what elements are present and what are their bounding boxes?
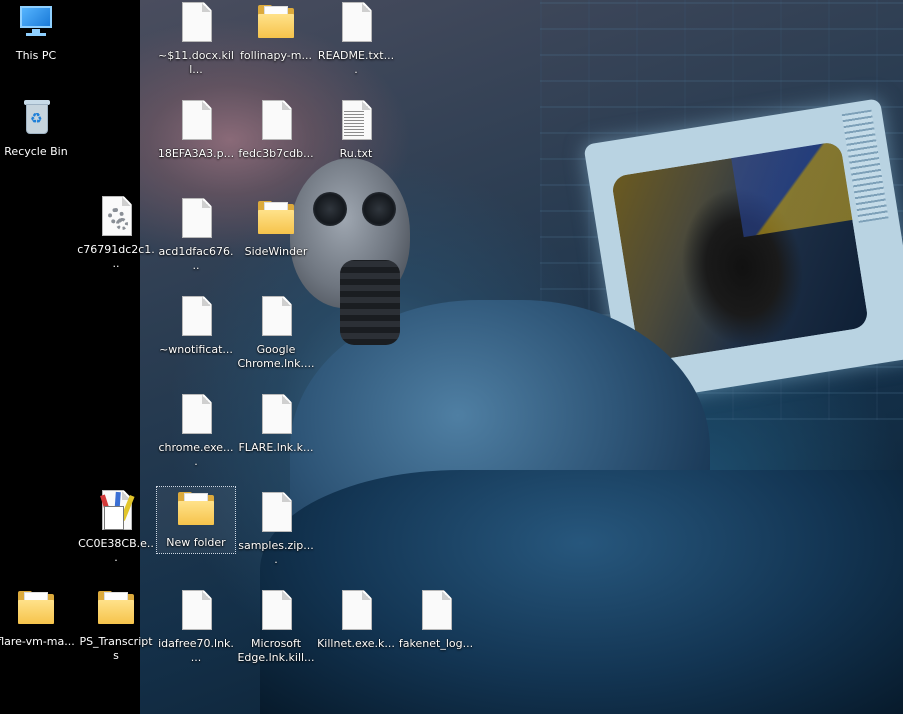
icon-label: acd1dfac676... bbox=[158, 245, 234, 272]
icon-label: FLARE.lnk.k... bbox=[238, 441, 314, 454]
desktop-icon-this-pc[interactable]: This PC bbox=[0, 0, 75, 63]
desktop-icon-killnet[interactable]: Killnet.exe.k... bbox=[317, 588, 395, 651]
icon-label: ~wnotificat... bbox=[159, 343, 233, 356]
icon-label: Ru.txt bbox=[339, 147, 373, 160]
file-icon bbox=[176, 198, 216, 242]
file-icon bbox=[176, 590, 216, 634]
wallpaper-gas-mask-lens bbox=[362, 192, 396, 226]
icon-label: 18EFA3A3.p... bbox=[157, 147, 235, 160]
desktop-icon-google-chrome[interactable]: Google Chrome.lnk.... bbox=[237, 294, 315, 371]
settings-file-icon bbox=[96, 196, 136, 240]
desktop-icon-wnotificat[interactable]: ~wnotificat... bbox=[157, 294, 235, 357]
icon-label: Recycle Bin bbox=[4, 145, 68, 158]
icon-label: README.txt.... bbox=[317, 49, 395, 76]
folder-icon bbox=[96, 588, 136, 632]
icon-label: fedc3b7cdb... bbox=[238, 147, 314, 160]
setup-exe-icon bbox=[96, 490, 136, 534]
desktop-icon-ms-edge[interactable]: Microsoft Edge.lnk.kill... bbox=[237, 588, 315, 665]
desktop-icon-fakenet[interactable]: fakenet_log... bbox=[397, 588, 475, 651]
desktop-icon-fedc3[interactable]: fedc3b7cdb... bbox=[237, 98, 315, 161]
folder-icon bbox=[16, 588, 56, 632]
icon-label: idafree70.lnk.... bbox=[158, 637, 234, 664]
file-icon bbox=[256, 492, 296, 536]
this-pc-icon bbox=[16, 2, 56, 46]
wallpaper-tv-flag bbox=[731, 140, 853, 238]
text-file-icon bbox=[336, 2, 376, 46]
icon-label: samples.zip.... bbox=[238, 539, 314, 566]
file-icon bbox=[256, 590, 296, 634]
icon-label: Killnet.exe.k... bbox=[317, 637, 395, 650]
recycle-bin-icon: ♻ bbox=[16, 98, 56, 142]
icon-label: New folder bbox=[166, 536, 226, 549]
icon-label: CC0E38CB.e... bbox=[78, 537, 154, 564]
file-icon bbox=[176, 100, 216, 144]
icon-label: fakenet_log... bbox=[398, 637, 474, 650]
desktop-icon-18efa[interactable]: 18EFA3A3.p... bbox=[157, 98, 235, 161]
icon-label: follinapy-m... bbox=[240, 49, 312, 62]
icon-label: Microsoft Edge.lnk.kill... bbox=[237, 637, 315, 664]
file-icon bbox=[176, 2, 216, 46]
desktop-icon-ru-txt[interactable]: Ru.txt bbox=[317, 98, 395, 161]
icon-label: This PC bbox=[15, 49, 57, 62]
file-icon bbox=[256, 394, 296, 438]
wallpaper-tv-screen bbox=[610, 140, 870, 363]
desktop-icon-s1docx[interactable]: ~$11.docx.kill... bbox=[157, 0, 235, 77]
desktop[interactable]: This PC ♻ Recycle Bin c76791dc2c1... CC0… bbox=[0, 0, 903, 714]
desktop-icon-sidewinder[interactable]: SideWinder bbox=[237, 196, 315, 259]
desktop-icon-follina[interactable]: follinapy-m... bbox=[237, 0, 315, 63]
file-icon bbox=[176, 296, 216, 340]
folder-icon bbox=[256, 2, 296, 46]
desktop-icon-readme[interactable]: README.txt.... bbox=[317, 0, 395, 77]
icon-label: SideWinder bbox=[244, 245, 308, 258]
desktop-icon-samples-zip[interactable]: samples.zip.... bbox=[237, 490, 315, 567]
desktop-icon-flare-lnk[interactable]: FLARE.lnk.k... bbox=[237, 392, 315, 455]
wallpaper-gas-mask-filter bbox=[340, 260, 400, 345]
desktop-icon-recycle-bin[interactable]: ♻ Recycle Bin bbox=[0, 96, 75, 159]
icon-label: PS_Transcripts bbox=[79, 635, 153, 662]
icon-label: chrome.exe.... bbox=[158, 441, 234, 468]
folder-icon bbox=[176, 489, 216, 533]
file-icon bbox=[416, 590, 456, 634]
desktop-icon-new-folder[interactable]: New folder bbox=[156, 486, 236, 554]
icon-label: ~$11.docx.kill... bbox=[158, 49, 234, 76]
icon-label: flare-vm-ma... bbox=[0, 635, 75, 648]
desktop-icon-idafree[interactable]: idafree70.lnk.... bbox=[157, 588, 235, 665]
folder-icon bbox=[256, 198, 296, 242]
desktop-icon-acd1[interactable]: acd1dfac676... bbox=[157, 196, 235, 273]
file-icon bbox=[336, 590, 376, 634]
desktop-icon-chrome-exe[interactable]: chrome.exe.... bbox=[157, 392, 235, 469]
file-icon bbox=[176, 394, 216, 438]
desktop-icon-ps-transcripts[interactable]: PS_Transcripts bbox=[77, 586, 155, 663]
icon-label: Google Chrome.lnk.... bbox=[237, 343, 315, 370]
desktop-icon-cc0e38[interactable]: CC0E38CB.e... bbox=[77, 488, 155, 565]
text-file-icon bbox=[336, 100, 376, 144]
file-icon bbox=[256, 296, 296, 340]
file-icon bbox=[256, 100, 296, 144]
wallpaper-gas-mask-lens bbox=[313, 192, 347, 226]
desktop-icon-c76791[interactable]: c76791dc2c1... bbox=[77, 194, 155, 271]
icon-label: c76791dc2c1... bbox=[77, 243, 155, 270]
desktop-icon-flare-vm[interactable]: flare-vm-ma... bbox=[0, 586, 75, 649]
